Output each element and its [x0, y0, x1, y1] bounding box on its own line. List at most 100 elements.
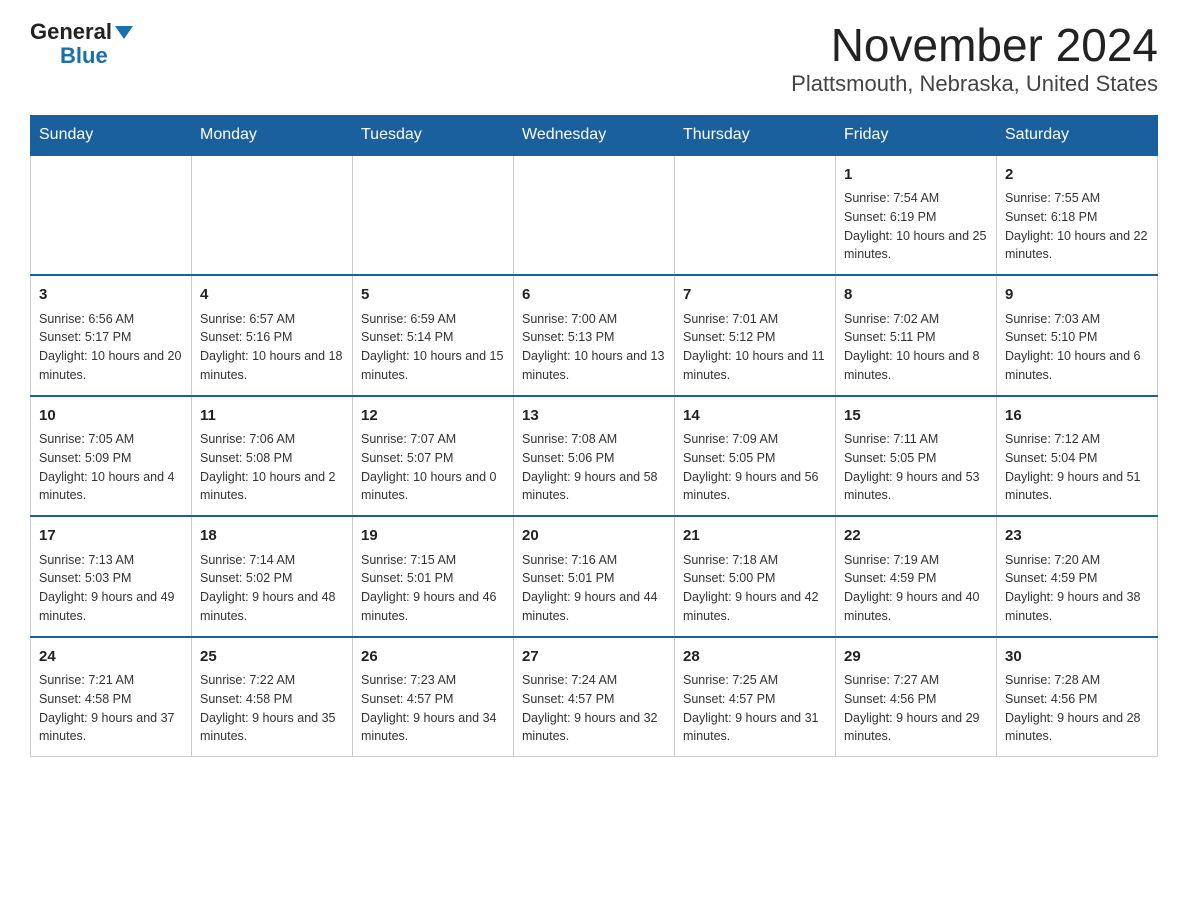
- logo: General Blue: [30, 20, 133, 68]
- calendar-cell: 30Sunrise: 7:28 AMSunset: 4:56 PMDayligh…: [997, 637, 1158, 757]
- day-number: 6: [522, 284, 666, 307]
- day-number: 1: [844, 164, 988, 187]
- calendar-cell: 26Sunrise: 7:23 AMSunset: 4:57 PMDayligh…: [353, 637, 514, 757]
- calendar-subtitle: Plattsmouth, Nebraska, United States: [791, 71, 1158, 97]
- day-number: 21: [683, 525, 827, 548]
- calendar-cell: [514, 155, 675, 276]
- calendar-cell: 15Sunrise: 7:11 AMSunset: 5:05 PMDayligh…: [836, 396, 997, 517]
- calendar-cell: 7Sunrise: 7:01 AMSunset: 5:12 PMDaylight…: [675, 275, 836, 396]
- day-info: Sunrise: 6:56 AMSunset: 5:17 PMDaylight:…: [39, 310, 183, 385]
- weekday-header-monday: Monday: [192, 115, 353, 155]
- day-number: 4: [200, 284, 344, 307]
- day-number: 29: [844, 646, 988, 669]
- day-info: Sunrise: 7:09 AMSunset: 5:05 PMDaylight:…: [683, 430, 827, 505]
- calendar-cell: 17Sunrise: 7:13 AMSunset: 5:03 PMDayligh…: [31, 516, 192, 637]
- calendar-cell: 23 Sunrise: 7:20 AMSunset: 4:59 PMDayligh…: [997, 516, 1158, 637]
- calendar-cell: 10Sunrise: 7:05 AMSunset: 5:09 PMDayligh…: [31, 396, 192, 517]
- day-number: 8: [844, 284, 988, 307]
- day-info: Sunrise: 7:08 AMSunset: 5:06 PMDaylight:…: [522, 430, 666, 505]
- calendar-cell: 12Sunrise: 7:07 AMSunset: 5:07 PMDayligh…: [353, 396, 514, 517]
- day-info: Sunrise: 7:27 AMSunset: 4:56 PMDaylight:…: [844, 671, 988, 746]
- day-info: Sunrise: 7:54 AMSunset: 6:19 PMDaylight:…: [844, 189, 988, 264]
- day-info: Sunrise: 7:23 AMSunset: 4:57 PMDaylight:…: [361, 671, 505, 746]
- calendar-cell: 25Sunrise: 7:22 AMSunset: 4:58 PMDayligh…: [192, 637, 353, 757]
- day-info: Sunrise: 7:20 AMSunset: 4:59 PMDaylight:…: [1005, 551, 1149, 626]
- calendar-cell: 27Sunrise: 7:24 AMSunset: 4:57 PMDayligh…: [514, 637, 675, 757]
- day-info: Sunrise: 7:05 AMSunset: 5:09 PMDaylight:…: [39, 430, 183, 505]
- day-info: Sunrise: 7:18 AMSunset: 5:00 PMDaylight:…: [683, 551, 827, 626]
- day-info: Sunrise: 7:06 AMSunset: 5:08 PMDaylight:…: [200, 430, 344, 505]
- calendar-cell: 21 Sunrise: 7:18 AMSunset: 5:00 PMDayligh…: [675, 516, 836, 637]
- day-number: 19: [361, 525, 505, 548]
- calendar-cell: 18 Sunrise: 7:14 AMSunset: 5:02 PMDayligh…: [192, 516, 353, 637]
- calendar-cell: [353, 155, 514, 276]
- weekday-header-thursday: Thursday: [675, 115, 836, 155]
- day-number: 26: [361, 646, 505, 669]
- day-info: Sunrise: 7:15 AMSunset: 5:01 PMDaylight:…: [361, 551, 505, 626]
- calendar-cell: [192, 155, 353, 276]
- day-info: Sunrise: 7:16 AMSunset: 5:01 PMDaylight:…: [522, 551, 666, 626]
- page-header: General Blue November 2024 Plattsmouth, …: [30, 20, 1158, 97]
- day-number: 15: [844, 405, 988, 428]
- day-number: 18: [200, 525, 344, 548]
- calendar-title: November 2024: [791, 20, 1158, 71]
- title-block: November 2024 Plattsmouth, Nebraska, Uni…: [791, 20, 1158, 97]
- calendar-cell: 6 Sunrise: 7:00 AMSunset: 5:13 PMDaylight…: [514, 275, 675, 396]
- day-info: Sunrise: 7:28 AMSunset: 4:56 PMDaylight:…: [1005, 671, 1149, 746]
- day-number: 24: [39, 646, 183, 669]
- day-number: 2: [1005, 164, 1149, 187]
- day-info: Sunrise: 7:19 AMSunset: 4:59 PMDaylight:…: [844, 551, 988, 626]
- calendar-cell: 11Sunrise: 7:06 AMSunset: 5:08 PMDayligh…: [192, 396, 353, 517]
- weekday-header-tuesday: Tuesday: [353, 115, 514, 155]
- day-number: 20: [522, 525, 666, 548]
- calendar-cell: 5Sunrise: 6:59 AMSunset: 5:14 PMDaylight…: [353, 275, 514, 396]
- day-number: 30: [1005, 646, 1149, 669]
- day-info: Sunrise: 6:59 AMSunset: 5:14 PMDaylight:…: [361, 310, 505, 385]
- day-info: Sunrise: 7:11 AMSunset: 5:05 PMDaylight:…: [844, 430, 988, 505]
- day-number: 17: [39, 525, 183, 548]
- day-info: Sunrise: 7:24 AMSunset: 4:57 PMDaylight:…: [522, 671, 666, 746]
- day-number: 13: [522, 405, 666, 428]
- calendar-week-row: 24Sunrise: 7:21 AMSunset: 4:58 PMDayligh…: [31, 637, 1158, 757]
- day-info: Sunrise: 7:03 AMSunset: 5:10 PMDaylight:…: [1005, 310, 1149, 385]
- calendar-cell: 28Sunrise: 7:25 AMSunset: 4:57 PMDayligh…: [675, 637, 836, 757]
- calendar-cell: 22Sunrise: 7:19 AMSunset: 4:59 PMDayligh…: [836, 516, 997, 637]
- calendar-cell: 8Sunrise: 7:02 AMSunset: 5:11 PMDaylight…: [836, 275, 997, 396]
- calendar-cell: 3 Sunrise: 6:56 AMSunset: 5:17 PMDaylight…: [31, 275, 192, 396]
- weekday-header-wednesday: Wednesday: [514, 115, 675, 155]
- day-info: Sunrise: 7:55 AMSunset: 6:18 PMDaylight:…: [1005, 189, 1149, 264]
- day-number: 9: [1005, 284, 1149, 307]
- calendar-cell: [675, 155, 836, 276]
- day-number: 14: [683, 405, 827, 428]
- day-number: 12: [361, 405, 505, 428]
- day-info: Sunrise: 7:12 AMSunset: 5:04 PMDaylight:…: [1005, 430, 1149, 505]
- day-info: Sunrise: 7:01 AMSunset: 5:12 PMDaylight:…: [683, 310, 827, 385]
- logo-triangle-icon: [115, 26, 133, 39]
- day-info: Sunrise: 7:00 AMSunset: 5:13 PMDaylight:…: [522, 310, 666, 385]
- calendar-cell: 1Sunrise: 7:54 AMSunset: 6:19 PMDaylight…: [836, 155, 997, 276]
- day-info: Sunrise: 7:14 AMSunset: 5:02 PMDaylight:…: [200, 551, 344, 626]
- weekday-header-row: SundayMondayTuesdayWednesdayThursdayFrid…: [31, 115, 1158, 155]
- day-number: 11: [200, 405, 344, 428]
- calendar-week-row: 3 Sunrise: 6:56 AMSunset: 5:17 PMDaylight…: [31, 275, 1158, 396]
- calendar-cell: 16Sunrise: 7:12 AMSunset: 5:04 PMDayligh…: [997, 396, 1158, 517]
- calendar-cell: 13Sunrise: 7:08 AMSunset: 5:06 PMDayligh…: [514, 396, 675, 517]
- weekday-header-sunday: Sunday: [31, 115, 192, 155]
- weekday-header-friday: Friday: [836, 115, 997, 155]
- calendar-cell: [31, 155, 192, 276]
- calendar-week-row: 10Sunrise: 7:05 AMSunset: 5:09 PMDayligh…: [31, 396, 1158, 517]
- day-number: 23: [1005, 525, 1149, 548]
- day-info: Sunrise: 7:25 AMSunset: 4:57 PMDaylight:…: [683, 671, 827, 746]
- day-info: Sunrise: 7:07 AMSunset: 5:07 PMDaylight:…: [361, 430, 505, 505]
- day-number: 27: [522, 646, 666, 669]
- calendar-cell: 20 Sunrise: 7:16 AMSunset: 5:01 PMDayligh…: [514, 516, 675, 637]
- weekday-header-saturday: Saturday: [997, 115, 1158, 155]
- day-number: 3: [39, 284, 183, 307]
- day-number: 16: [1005, 405, 1149, 428]
- calendar-header: SundayMondayTuesdayWednesdayThursdayFrid…: [31, 115, 1158, 155]
- calendar-body: 1Sunrise: 7:54 AMSunset: 6:19 PMDaylight…: [31, 155, 1158, 757]
- calendar-cell: 2Sunrise: 7:55 AMSunset: 6:18 PMDaylight…: [997, 155, 1158, 276]
- calendar-cell: 29Sunrise: 7:27 AMSunset: 4:56 PMDayligh…: [836, 637, 997, 757]
- calendar-week-row: 1Sunrise: 7:54 AMSunset: 6:19 PMDaylight…: [31, 155, 1158, 276]
- calendar-cell: 14Sunrise: 7:09 AMSunset: 5:05 PMDayligh…: [675, 396, 836, 517]
